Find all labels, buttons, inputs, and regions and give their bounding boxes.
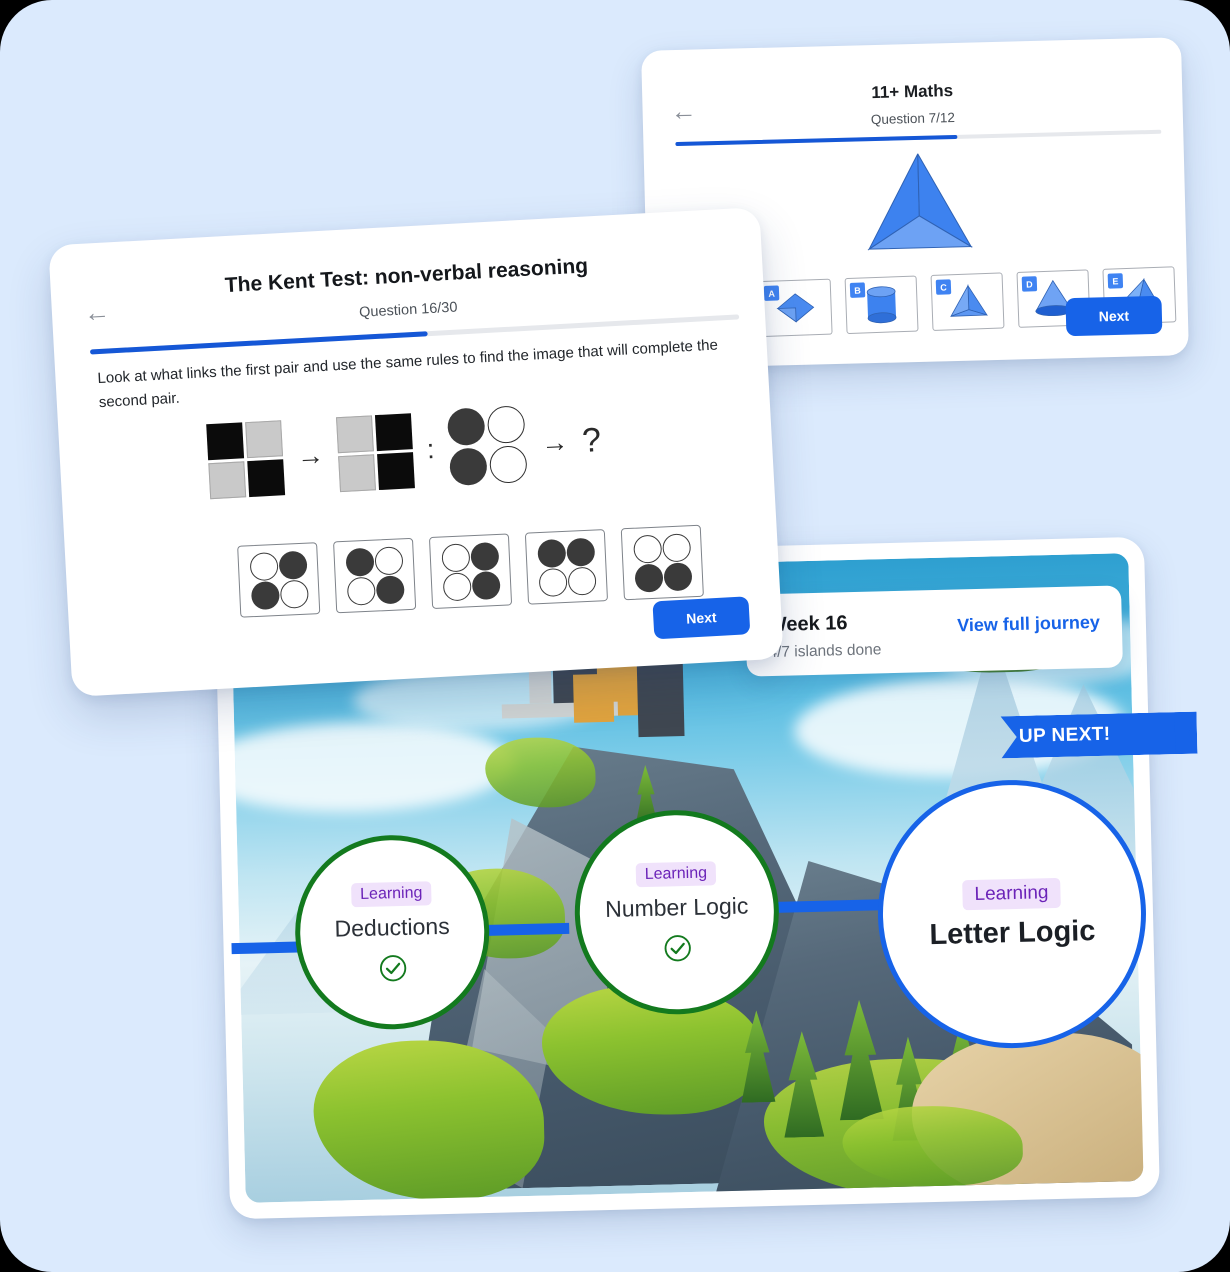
puzzle-pair-two-left (446, 405, 529, 488)
view-full-journey-link[interactable]: View full journey (957, 612, 1100, 636)
kent-option-3[interactable] (428, 533, 513, 610)
island-badge: Learning (350, 880, 432, 907)
maths-progress-fill (675, 134, 958, 147)
kent-option-5[interactable] (620, 524, 704, 601)
check-circle-icon (379, 954, 407, 981)
maths-option-a[interactable]: A (758, 278, 833, 338)
castle-building (572, 673, 615, 723)
island-badge: Learning (962, 877, 1061, 910)
island-badge: Learning (635, 860, 717, 887)
tetrahedron-figure (862, 150, 977, 257)
kent-option-1[interactable] (237, 542, 321, 618)
journey-header-pill: Week 16 4/7 islands done View full journ… (745, 585, 1123, 677)
island-title: Deductions (334, 912, 450, 942)
arrow-right-icon: → (540, 426, 569, 459)
kent-test-card: ← The Kent Test: non-verbal reasoning Qu… (48, 207, 784, 697)
arrow-right-icon: → (296, 440, 325, 472)
ribbon-notch (1174, 712, 1197, 755)
option-letter: D (1021, 276, 1038, 292)
prism-icon (776, 293, 815, 323)
island-title: Number Logic (604, 892, 749, 922)
maths-question-counter: Question 7/12 (870, 109, 956, 128)
puzzle-pair-one-right (336, 413, 415, 493)
option-letter: A (763, 285, 780, 301)
cylinder-icon (866, 286, 897, 324)
maths-next-button[interactable]: Next (1065, 295, 1163, 337)
up-next-label: UP NEXT! (1018, 723, 1111, 747)
maths-option-b[interactable]: B (844, 275, 919, 335)
colon-separator: : (426, 434, 436, 465)
puzzle-pair-one-left (206, 420, 286, 500)
maths-progress-bar (675, 129, 1162, 147)
kent-answer-options (237, 524, 704, 618)
kent-option-4[interactable] (524, 529, 609, 605)
question-mark-placeholder: ? (581, 421, 603, 460)
kent-next-button[interactable]: Next (652, 596, 751, 640)
island-title: Letter Logic (929, 914, 1096, 951)
option-letter: C (935, 279, 952, 295)
up-next-ribbon: UP NEXT! (1001, 712, 1198, 759)
islands-progress-label: 4/7 islands done (768, 641, 882, 662)
kent-puzzle-row: → : → ? (206, 401, 603, 501)
maths-option-c[interactable]: C (930, 272, 1005, 331)
check-circle-icon (664, 934, 691, 961)
app-screenshot: ← 11+ Maths Question 7/12 A B C D E Next… (0, 0, 1230, 1272)
option-letter: E (1107, 273, 1124, 289)
kent-option-2[interactable] (333, 537, 417, 614)
maths-card-title: 11+ Maths (871, 81, 954, 103)
option-letter: B (849, 282, 866, 298)
